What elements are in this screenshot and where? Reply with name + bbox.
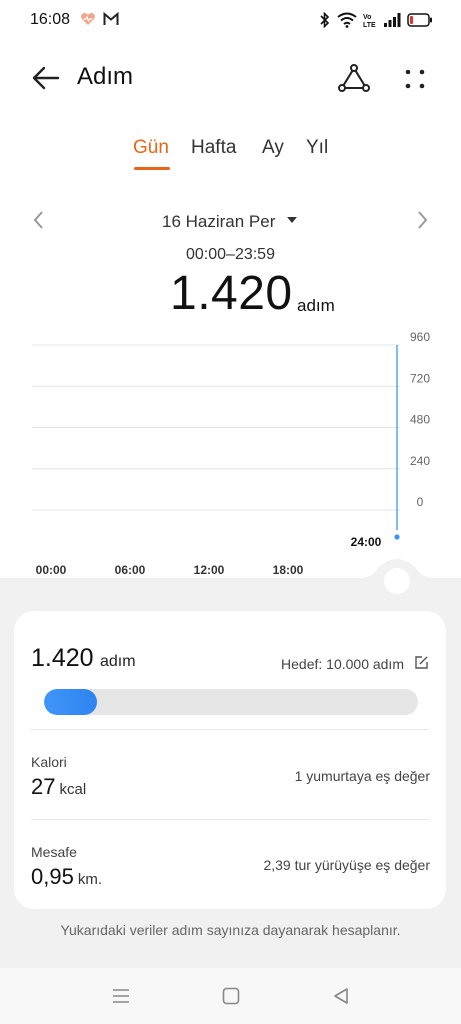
calories-unit: kcal (59, 781, 87, 798)
distance-unit: km. (77, 871, 102, 888)
calories-label: Kalori (31, 754, 67, 770)
back-arrow-icon[interactable] (30, 63, 62, 93)
goal-progress-bar (44, 689, 418, 715)
y-tick-label: 240 (410, 454, 430, 468)
date-label[interactable]: 16 Haziran Per (162, 212, 275, 232)
previous-day-chevron-icon[interactable] (32, 210, 46, 230)
status-icons: Vo LTE (319, 10, 433, 30)
bluetooth-icon (320, 12, 330, 28)
app-header: Adım (0, 48, 461, 108)
divider (31, 729, 429, 730)
signal-icon (384, 13, 401, 27)
footnote: Yukarıdaki veriler adım sayınıza dayanar… (60, 922, 401, 938)
distance-label: Mesafe (31, 844, 77, 860)
page-title: Adım (77, 63, 134, 90)
steps-chart-svg: 960720480240024:0000:00 06:00 12:00 18:00 (32, 330, 430, 577)
tab-month[interactable]: Ay (262, 137, 284, 159)
next-day-chevron-icon[interactable] (415, 210, 429, 230)
edit-goal-icon[interactable] (414, 655, 429, 670)
chart-handle (0, 559, 461, 606)
cursor-dot (394, 534, 400, 540)
period-tabs: Gün Hafta Ay Yıl (0, 137, 461, 177)
tab-day[interactable]: Gün (133, 137, 169, 159)
steps-detail-card: 1.420 adım Hedef: 10.000 adım Kalori 27 k… (14, 611, 446, 909)
goal-label[interactable]: Hedef: 10.000 adım (281, 656, 404, 672)
wifi-icon (337, 12, 357, 28)
calories-number: 27 (31, 774, 56, 799)
distance-equivalent: 2,39 tur yürüyüşe eş değer (263, 857, 430, 873)
y-tick-label: 480 (410, 413, 430, 427)
menu-nav-icon[interactable] (111, 986, 131, 1006)
steps-chart[interactable]: 960 720 480 240 0 24:00 00:00 06:00 12:00 18:00 (0, 325, 461, 585)
y-tick-label: 720 (410, 371, 430, 385)
status-time: 16:08 (30, 11, 71, 28)
cursor-time-label: 24:00 (351, 535, 382, 549)
tab-week[interactable]: Hafta (191, 137, 236, 159)
card-steps-value: 1.420 (31, 644, 94, 672)
y-tick-label: 0 (417, 495, 424, 509)
svg-text:Vo: Vo (363, 14, 371, 21)
back-nav-icon[interactable] (331, 986, 351, 1006)
distance-number: 0,95 (31, 864, 74, 889)
health-heart-icon (81, 13, 95, 25)
distance-value: 0,95 km. (31, 864, 102, 890)
home-nav-icon[interactable] (221, 986, 241, 1006)
gmail-icon (103, 12, 119, 25)
date-dropdown-caret-icon[interactable] (286, 215, 298, 225)
battery-icon (407, 13, 432, 27)
time-range: 00:00–23:59 (186, 246, 275, 263)
y-tick-label: 960 (410, 330, 430, 344)
total-steps-unit: adım (297, 296, 335, 315)
calories-value: 27 kcal (31, 774, 86, 800)
active-tab-indicator (134, 167, 170, 170)
more-options-icon[interactable] (400, 62, 430, 96)
tab-year[interactable]: Yıl (306, 137, 328, 159)
total-steps: 1.420 (170, 267, 293, 320)
svg-text:LTE: LTE (363, 22, 376, 28)
status-bar: 16:08 Vo LTE (0, 0, 461, 40)
divider (31, 819, 429, 820)
route-icon[interactable] (337, 62, 371, 96)
calories-equivalent: 1 yumurtaya eş değer (294, 768, 430, 784)
goal-progress-fill (44, 689, 98, 715)
card-steps-unit: adım (100, 653, 136, 670)
volte-icon: Vo LTE (363, 14, 376, 28)
system-nav-bar (0, 968, 461, 1024)
